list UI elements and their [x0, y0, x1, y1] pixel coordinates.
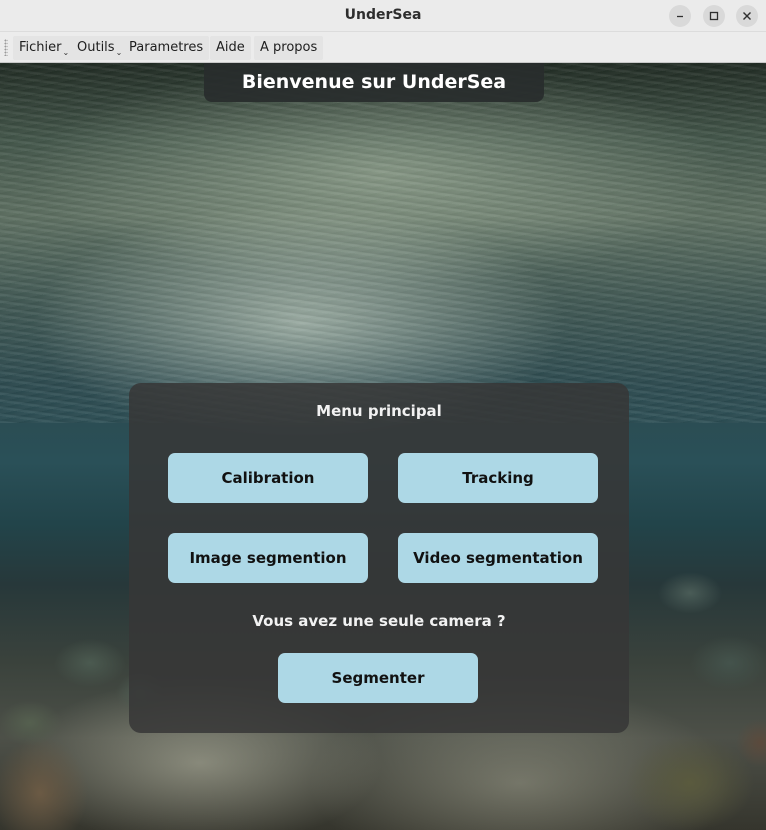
- single-camera-question: Vous avez une seule camera ?: [252, 612, 506, 630]
- menu-parametres[interactable]: Parametres: [123, 36, 210, 60]
- menu-a-propos[interactable]: A propos: [254, 36, 324, 60]
- menu-outils[interactable]: Outils⌄: [71, 36, 129, 60]
- menu-fichier[interactable]: Fichier⌄: [13, 36, 76, 60]
- main-menu-title: Menu principal: [316, 402, 442, 420]
- maximize-icon: [709, 11, 719, 21]
- main-menu-panel: Menu principal Calibration Tracking Imag…: [129, 383, 629, 733]
- image-segmentation-button[interactable]: Image segmention: [168, 533, 368, 583]
- calibration-button[interactable]: Calibration: [168, 453, 368, 503]
- close-button[interactable]: [736, 5, 758, 27]
- maximize-button[interactable]: [703, 5, 725, 27]
- segmenter-button[interactable]: Segmenter: [278, 653, 478, 703]
- toolbar-grip-handle[interactable]: [4, 39, 8, 56]
- video-segmentation-button[interactable]: Video segmentation: [398, 533, 598, 583]
- menu-aide-label: Aide: [216, 40, 245, 55]
- minimize-icon: [677, 15, 683, 18]
- menu-fichier-label: Fichier: [19, 40, 62, 55]
- window-titlebar[interactable]: UnderSea: [0, 0, 766, 32]
- menubar: Fichier⌄ Outils⌄ Parametres Aide A propo…: [0, 32, 766, 63]
- submenu-caret-icon: ⌄: [115, 48, 123, 57]
- close-icon: [743, 12, 751, 20]
- minimize-button[interactable]: [669, 5, 691, 27]
- welcome-banner: Bienvenue sur UnderSea: [204, 63, 544, 102]
- menu-a-propos-label: A propos: [260, 40, 318, 55]
- window-title: UnderSea: [344, 7, 422, 23]
- welcome-title: Bienvenue sur UnderSea: [241, 71, 507, 93]
- water-surface-ripples: [0, 63, 766, 423]
- menu-parametres-label: Parametres: [129, 40, 204, 55]
- menu-aide[interactable]: Aide: [210, 36, 251, 60]
- menu-outils-label: Outils: [77, 40, 115, 55]
- submenu-caret-icon: ⌄: [62, 48, 70, 57]
- tracking-button[interactable]: Tracking: [398, 453, 598, 503]
